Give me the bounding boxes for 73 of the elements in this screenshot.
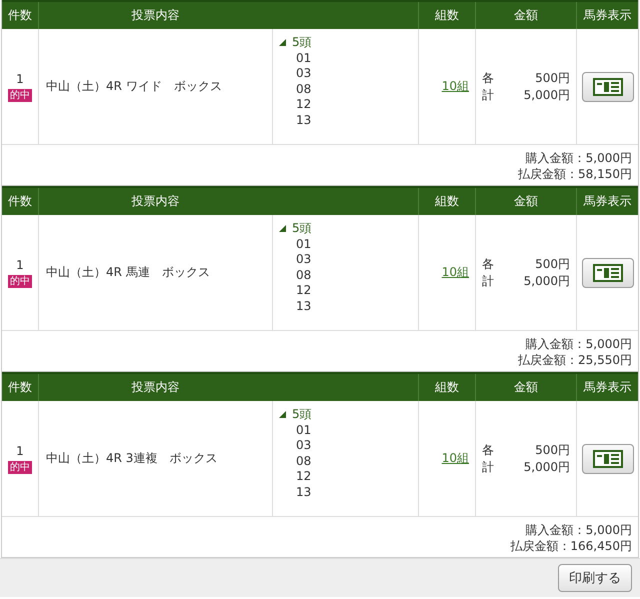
amount-label: 計: [482, 86, 494, 104]
ticket-icon: [592, 264, 622, 282]
column-header: 馬券表示: [576, 374, 638, 401]
expanded-icon[interactable]: [279, 39, 286, 46]
payout-amount: 払戻金額：166,450円: [510, 538, 632, 554]
bet-content: 中山（土）4R 3連複 ボックス: [46, 450, 218, 467]
horse-number: 13: [296, 484, 312, 500]
column-header: 金額: [475, 188, 576, 215]
amount-value: 500円: [534, 256, 570, 272]
amount-label: 計: [482, 458, 494, 476]
hit-badge: 的中: [8, 88, 32, 102]
ticket-view-button[interactable]: [582, 258, 634, 288]
amount-value: 500円: [534, 70, 570, 86]
expanded-icon[interactable]: [279, 411, 286, 418]
payout-amount: 払戻金額：58,150円: [518, 166, 632, 182]
payout-amount: 払戻金額：25,550円: [518, 352, 632, 368]
column-header: 金額: [475, 2, 576, 29]
amount-value: 5,000円: [522, 458, 570, 476]
combination-link[interactable]: 10組: [442, 78, 469, 95]
horse-number: 08: [296, 268, 312, 283]
amount-label: 計: [482, 272, 494, 290]
column-header: 馬券表示: [576, 2, 638, 29]
horse-number: 03: [296, 438, 312, 454]
amount-value: 500円: [534, 442, 570, 458]
horse-number: 08: [296, 82, 312, 97]
bet-content: 中山（土）4R 馬連 ボックス: [46, 264, 210, 281]
bet-count: 1: [16, 72, 24, 86]
purchase-amount: 購入金額：5,000円: [526, 150, 632, 166]
column-header: 件数: [7, 7, 33, 24]
combination-link[interactable]: 10組: [442, 450, 469, 467]
horse-number: 03: [296, 252, 312, 268]
horse-number: 12: [296, 283, 312, 298]
bet-content: 中山（土）4R ワイド ボックス: [46, 78, 222, 95]
bet-count: 1: [16, 444, 24, 458]
horse-number: 01: [296, 50, 312, 66]
hit-badge: 的中: [8, 460, 32, 474]
horse-number: 12: [296, 97, 312, 112]
column-header: 件数: [7, 379, 33, 396]
hit-badge: 的中: [8, 274, 32, 288]
horse-number: 03: [296, 66, 312, 82]
column-header: 組数: [418, 188, 475, 215]
combination-link[interactable]: 10組: [442, 264, 469, 281]
column-header: 馬券表示: [576, 188, 638, 215]
amount-label: 各: [482, 442, 494, 458]
column-header: 件数: [7, 193, 33, 210]
column-header: 投票内容: [38, 2, 272, 29]
horse-number: 13: [296, 298, 312, 314]
horse-count: 5頭: [292, 35, 312, 50]
horse-number: 13: [296, 112, 312, 128]
column-header: 金額: [475, 374, 576, 401]
horse-number: 01: [296, 236, 312, 252]
horse-count: 5頭: [292, 221, 312, 236]
column-header: 組数: [418, 2, 475, 29]
amount-value: 5,000円: [522, 272, 570, 290]
ticket-icon: [592, 450, 622, 468]
expanded-icon[interactable]: [279, 225, 286, 232]
print-button[interactable]: 印刷する: [558, 564, 632, 592]
ticket-view-button[interactable]: [582, 444, 634, 474]
purchase-amount: 購入金額：5,000円: [526, 522, 632, 538]
amount-label: 各: [482, 70, 494, 86]
horse-number: 01: [296, 422, 312, 438]
ticket-icon: [592, 78, 622, 96]
horse-number: 08: [296, 454, 312, 469]
amount-value: 5,000円: [522, 86, 570, 104]
purchase-amount: 購入金額：5,000円: [526, 336, 632, 352]
bet-count: 1: [16, 258, 24, 272]
horse-number: 12: [296, 469, 312, 484]
column-header: 投票内容: [38, 374, 272, 401]
amount-label: 各: [482, 256, 494, 272]
column-header: 組数: [418, 374, 475, 401]
ticket-view-button[interactable]: [582, 72, 634, 102]
column-header: 投票内容: [38, 188, 272, 215]
horse-count: 5頭: [292, 407, 312, 422]
